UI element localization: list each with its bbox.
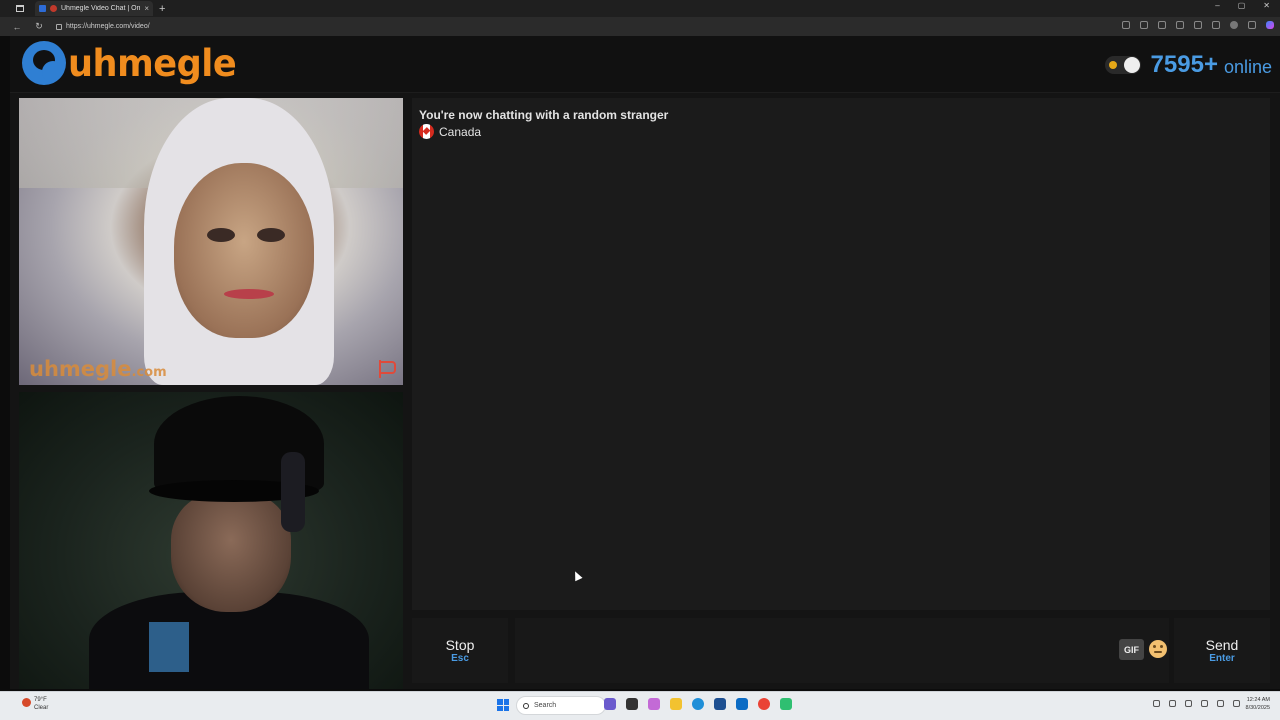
- favorites-icon[interactable]: [1212, 21, 1220, 29]
- back-button[interactable]: ←: [12, 22, 22, 32]
- stranger-video: uhmegle.com: [19, 98, 403, 385]
- browser-tab[interactable]: Uhmegle Video Chat | Ome ×: [35, 1, 153, 16]
- online-indicator: 7595+ online: [1104, 51, 1272, 79]
- start-button[interactable]: [497, 699, 509, 711]
- copilot-app-icon[interactable]: [604, 698, 616, 710]
- task-view-icon[interactable]: [626, 698, 638, 710]
- uhmegle-logo-icon: [22, 41, 66, 85]
- favorite-star-icon[interactable]: [1176, 21, 1184, 29]
- copilot-icon[interactable]: [1266, 21, 1274, 29]
- more-menu-icon[interactable]: [1248, 21, 1256, 29]
- logo-text: uhmegle: [68, 41, 237, 85]
- close-window-button[interactable]: ✕: [1263, 1, 1270, 10]
- uhmegle-page: uhmegle 7595+ online uhmegle.com You're …: [10, 36, 1280, 689]
- report-flag-icon[interactable]: [377, 359, 397, 379]
- onedrive-icon[interactable]: [1169, 700, 1176, 707]
- windows-taskbar: 79°F Clear Search 12:24 AM 8/30/2025: [0, 691, 1280, 720]
- minimize-button[interactable]: –: [1215, 1, 1219, 10]
- tab-workspace-icon: [39, 5, 46, 12]
- mic-icon[interactable]: [1185, 700, 1192, 707]
- app-green-icon[interactable]: [780, 698, 792, 710]
- emoji-icon[interactable]: [1149, 640, 1167, 658]
- search-icon: [523, 702, 529, 709]
- tab-close-icon[interactable]: ×: [144, 4, 149, 13]
- volume-icon[interactable]: [1233, 700, 1240, 707]
- weather-widget[interactable]: 79°F Clear: [22, 696, 48, 712]
- stranger-country: Canada: [419, 124, 481, 139]
- edge-icon[interactable]: [692, 698, 704, 710]
- message-input[interactable]: GIF: [515, 618, 1169, 683]
- stop-label: Stop: [445, 637, 475, 653]
- taskbar-apps: [604, 698, 792, 710]
- url-text: https://uhmegle.com/video/: [66, 23, 150, 30]
- stop-button[interactable]: Stop Esc: [412, 618, 508, 683]
- online-label: online: [1223, 56, 1272, 77]
- zoom-icon[interactable]: [1140, 21, 1148, 29]
- clock-date: 8/30/2025: [1245, 705, 1270, 711]
- search-placeholder: Search: [534, 702, 557, 709]
- taskbar-clock[interactable]: 12:24 AM 8/30/2025: [1246, 696, 1270, 712]
- url-field[interactable]: https://uhmegle.com/video/: [56, 23, 150, 30]
- system-tray: [1153, 700, 1240, 707]
- chat-log: You're now chatting with a random strang…: [412, 98, 1270, 610]
- weather-icon: [22, 698, 31, 707]
- browser-toolbar: [1122, 21, 1274, 29]
- wifi-icon[interactable]: [1217, 700, 1224, 707]
- address-bar: ← ↻ https://uhmegle.com/video/: [0, 17, 1280, 36]
- window-controls: – ▢ ✕: [1215, 1, 1270, 10]
- new-tab-button[interactable]: +: [159, 3, 165, 15]
- site-logo[interactable]: uhmegle: [22, 41, 245, 85]
- country-name: Canada: [439, 124, 482, 139]
- theme-toggle[interactable]: [1104, 56, 1141, 74]
- toggle-knob: [1123, 57, 1140, 73]
- send-button[interactable]: Send Enter: [1174, 618, 1270, 683]
- site-header: uhmegle 7595+ online: [10, 36, 1280, 93]
- chat-status-message: You're now chatting with a random strang…: [419, 108, 669, 122]
- chrome-icon[interactable]: [758, 698, 770, 710]
- outlook-icon[interactable]: [736, 698, 748, 710]
- online-count: 7595+: [1150, 51, 1218, 78]
- send-shortcut: Enter: [1209, 653, 1235, 664]
- refresh-button[interactable]: ↻: [34, 21, 44, 32]
- site-info-icon[interactable]: [56, 23, 62, 30]
- display-icon[interactable]: [1201, 700, 1208, 707]
- profile-avatar[interactable]: [1230, 21, 1238, 29]
- app-icon[interactable]: [714, 698, 726, 710]
- sun-icon: [1108, 61, 1117, 69]
- clock-time: 12:24 AM: [1246, 697, 1270, 703]
- self-video: [19, 392, 403, 689]
- canada-flag-icon: [419, 124, 434, 139]
- store-app-icon[interactable]: [648, 698, 660, 710]
- tab-actions-icon[interactable]: [13, 2, 27, 16]
- browser-essentials-icon[interactable]: [1194, 21, 1202, 29]
- tab-title: Uhmegle Video Chat | Ome: [61, 5, 141, 12]
- weather-desc: Clear: [34, 705, 49, 711]
- taskbar-search[interactable]: Search: [516, 696, 606, 715]
- browser-tab-bar: Uhmegle Video Chat | Ome × + – ▢ ✕: [0, 0, 1280, 17]
- file-explorer-icon[interactable]: [670, 698, 682, 710]
- weather-temp: 79°F: [34, 697, 47, 703]
- maximize-button[interactable]: ▢: [1238, 1, 1246, 10]
- gif-button[interactable]: GIF: [1119, 639, 1144, 660]
- tray-overflow-icon[interactable]: [1153, 700, 1160, 707]
- uhmegle-favicon-icon: [50, 5, 57, 12]
- video-watermark: uhmegle.com: [29, 357, 167, 381]
- send-label: Send: [1205, 637, 1239, 653]
- stop-shortcut: Esc: [451, 653, 469, 664]
- app-available-icon[interactable]: [1122, 21, 1130, 29]
- read-aloud-icon[interactable]: [1158, 21, 1166, 29]
